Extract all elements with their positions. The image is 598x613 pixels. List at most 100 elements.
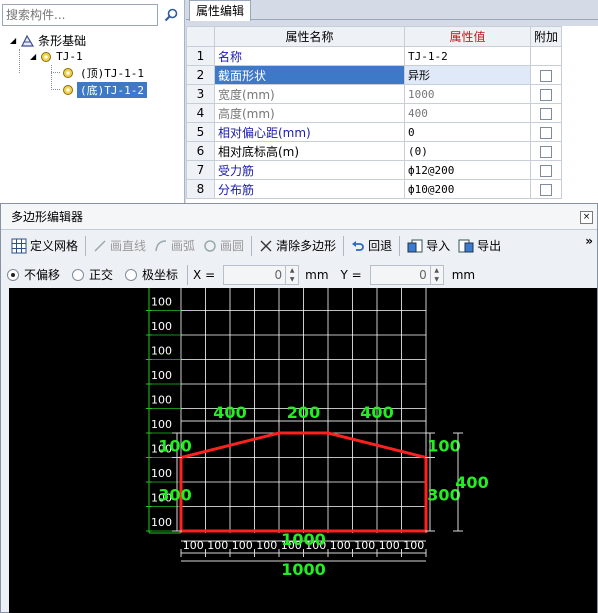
property-value[interactable]: TJ-1-2 [404, 46, 531, 66]
property-value[interactable]: ф12@200 [404, 160, 531, 180]
extra-checkbox[interactable] [540, 164, 552, 177]
collapse-arrow-icon[interactable]: ◢ [10, 36, 16, 45]
property-name: 宽度(mm) [214, 84, 405, 104]
define-grid-button[interactable]: 定义网格 [7, 235, 82, 257]
extra-header: 附加 [529, 26, 563, 47]
dialog-title-bar: 多边形编辑器 × [1, 204, 597, 230]
property-name: 分布筋 [214, 179, 405, 199]
draw-arc-label: 画弧 [171, 239, 196, 253]
polar-radio[interactable] [125, 268, 138, 281]
property-value[interactable]: 0 [404, 122, 531, 142]
arc-icon [155, 239, 167, 251]
extra-checkbox[interactable] [540, 183, 552, 196]
property-value[interactable]: 异形 [404, 65, 531, 85]
row-number: 2 [186, 65, 215, 85]
property-value[interactable]: 1000 [404, 84, 531, 104]
tab-property-edit[interactable]: 属性编辑 [189, 0, 252, 21]
x-coordinate-input[interactable]: 0 ▲ ▼ [223, 264, 300, 285]
search-button[interactable] [160, 4, 182, 26]
drawing-canvas[interactable]: 100 100 100 100 100 100 100 100 100 100 100 100 100 1… [9, 288, 597, 613]
tree-node-group[interactable]: ◢ TJ-1 [30, 48, 83, 65]
property-name: 名称 [214, 46, 405, 66]
dimension-label: 200 [287, 403, 320, 422]
dimension-label: 400 [360, 403, 393, 422]
y-spinner[interactable]: ▲ ▼ [429, 265, 443, 284]
property-row[interactable]: 6 相对底标高(m) (0) [186, 141, 563, 161]
coordinate-options-bar: 不偏移 正交 极坐标 X = 0 ▲ ▼ mm Y = 0 ▲ ▼ mm [1, 261, 597, 288]
dimension-label: 400 [455, 473, 488, 492]
undo-button[interactable]: 回退 [347, 235, 396, 257]
ortho-radio[interactable] [72, 268, 85, 281]
extra-checkbox[interactable] [540, 145, 552, 158]
property-header-row: 属性名称 属性值 附加 [186, 26, 563, 47]
row-number: 5 [186, 122, 215, 142]
y-unit: mm [451, 267, 476, 282]
search-input[interactable] [2, 4, 158, 26]
property-name: 相对底标高(m) [214, 141, 405, 161]
extra-checkbox[interactable] [540, 126, 552, 139]
extra-checkbox-cell[interactable] [529, 179, 563, 199]
property-row-selected[interactable]: 2 截面形状 异形 [186, 65, 563, 85]
property-row[interactable]: 1 名称 TJ-1-2 [186, 46, 563, 66]
extra-checkbox-cell[interactable] [529, 160, 563, 180]
extra-checkbox[interactable] [540, 107, 552, 120]
import-button[interactable]: 导入 [403, 235, 454, 257]
extra-checkbox-cell[interactable] [529, 65, 563, 85]
extra-checkbox-cell[interactable] [529, 122, 563, 142]
draw-line-label: 画直线 [110, 239, 147, 253]
clear-polygon-label: 清除多边形 [276, 239, 337, 253]
export-label: 导出 [477, 239, 502, 253]
y-value: 0 [419, 267, 427, 282]
y-coordinate-input[interactable]: 0 ▲ ▼ [369, 264, 444, 285]
collapse-arrow-icon[interactable]: ◢ [30, 52, 36, 61]
extra-checkbox-cell[interactable] [529, 103, 563, 123]
property-value[interactable]: (0) [404, 141, 531, 161]
polar-label: 极坐标 [142, 268, 179, 282]
tree-group-label: TJ-1 [56, 50, 83, 63]
tree-item-bottom[interactable]: (底)TJ-1-2 [62, 81, 147, 98]
tree-root-label: 条形基础 [38, 34, 87, 48]
property-value[interactable]: ф10@200 [404, 179, 531, 199]
toolbar-separator [187, 264, 189, 285]
polygon-editor-dialog: 多边形编辑器 × 定义网格 画直线 画弧 画圆 清除多边形 回退 导入 导出 »… [0, 203, 598, 613]
close-button[interactable]: × [580, 211, 593, 224]
tree-item-top[interactable]: (顶)TJ-1-1 [62, 64, 144, 81]
property-row[interactable]: 3 宽度(mm) 1000 [186, 84, 563, 104]
no-offset-radio[interactable] [7, 268, 19, 281]
property-value-header: 属性值 [404, 26, 531, 47]
dimension-label: 100 [158, 436, 191, 455]
dimension-label: 1000 [281, 560, 326, 579]
no-offset-label: 不偏移 [24, 268, 61, 282]
dialog-title: 多边形编辑器 [11, 210, 84, 224]
row-label: 100 [151, 467, 172, 480]
property-row[interactable]: 4 高度(mm) 400 [186, 103, 563, 123]
toolbar-separator [251, 235, 253, 256]
draw-arc-button[interactable]: 画弧 [150, 235, 199, 257]
property-value[interactable]: 400 [404, 103, 531, 123]
toolbar-overflow-button[interactable]: » [581, 230, 597, 252]
y-label: Y = [340, 267, 362, 282]
tree-node-root[interactable]: ◢ 条形基础 [10, 32, 86, 49]
toolbar-separator [343, 235, 345, 256]
toolbar-separator [399, 235, 401, 256]
extra-checkbox-cell[interactable] [529, 84, 563, 104]
clear-polygon-button[interactable]: 清除多边形 [255, 235, 340, 257]
undo-icon [352, 240, 364, 251]
draw-line-button[interactable]: 画直线 [89, 235, 150, 257]
extra-checkbox[interactable] [529, 46, 563, 66]
property-row[interactable]: 8 分布筋 ф10@200 [186, 179, 563, 199]
row-label: 100 [151, 369, 172, 382]
extra-checkbox[interactable] [540, 88, 552, 101]
toolbar-separator [85, 235, 87, 256]
x-spinner[interactable]: ▲ ▼ [285, 265, 298, 284]
extra-checkbox-cell[interactable] [529, 141, 563, 161]
tab-bar: 属性编辑 [186, 0, 598, 21]
export-button[interactable]: 导出 [454, 235, 505, 257]
property-row[interactable]: 7 受力筋 ф12@200 [186, 160, 563, 180]
extra-checkbox[interactable] [540, 69, 552, 82]
x-unit: mm [305, 267, 329, 282]
polygon-drawing[interactable]: 100100100100100100100100100100100 100 100 1… [9, 288, 597, 613]
draw-circle-label: 画圆 [220, 239, 245, 253]
property-row[interactable]: 5 相对偏心距(mm) 0 [186, 122, 563, 142]
draw-circle-button[interactable]: 画圆 [199, 235, 248, 257]
